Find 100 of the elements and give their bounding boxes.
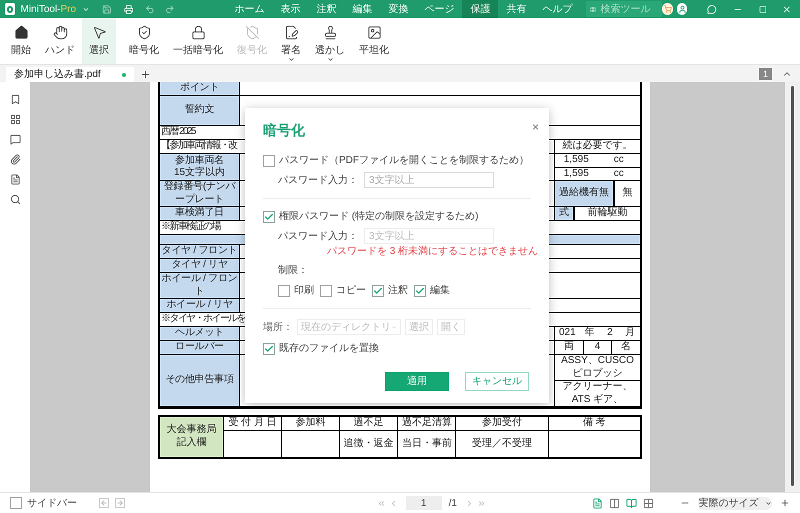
- document-tab[interactable]: 参加申し込み書.pdf: [6, 67, 134, 82]
- menu-tab[interactable]: ページ: [416, 0, 462, 18]
- sidebar-checkbox[interactable]: [10, 497, 22, 509]
- column-header: 過不足清算: [398, 417, 456, 430]
- undo-icon[interactable]: [145, 4, 155, 14]
- table-cell-text: 月: [624, 327, 636, 340]
- redo-icon[interactable]: [164, 4, 174, 14]
- save-icon[interactable]: [102, 4, 112, 14]
- label-text: タイヤ / リヤ: [171, 259, 228, 272]
- table-cell: 式: [555, 207, 574, 220]
- checkbox[interactable]: [263, 342, 275, 354]
- table-cell-text: 021: [558, 327, 577, 340]
- ribbon-button[interactable]: 選択: [82, 18, 116, 64]
- office-use-text: 記入欄: [176, 436, 206, 450]
- zoom-in-icon[interactable]: [780, 498, 790, 508]
- comment-icon[interactable]: [10, 134, 20, 145]
- table-cell-text: 年: [584, 327, 596, 340]
- maximize-icon[interactable]: [758, 4, 766, 14]
- document-icon[interactable]: [10, 174, 20, 185]
- menu-tab[interactable]: 共有: [498, 0, 534, 18]
- table-cell-text: 2: [606, 327, 614, 340]
- label-text: ヘルメット: [175, 327, 224, 340]
- table-cell: 名: [611, 341, 640, 354]
- table-cell-text: cc: [612, 154, 625, 166]
- checkbox[interactable]: [372, 284, 384, 296]
- forward-icon[interactable]: [115, 498, 125, 508]
- ribbon-button[interactable]: 署名: [274, 18, 308, 64]
- label-text: 参加車両名: [175, 154, 224, 166]
- ribbon-button[interactable]: 暗号化: [122, 18, 166, 64]
- label-text: タイヤ / フロント: [162, 245, 238, 258]
- checkbox[interactable]: [414, 284, 426, 296]
- back-icon[interactable]: [99, 498, 109, 508]
- table-cell-text: アクリーナー、ATS ギア、: [562, 381, 634, 406]
- table-cell-text: 当日・事前: [402, 436, 452, 451]
- chat-icon[interactable]: [707, 4, 717, 14]
- shield-icon: [244, 24, 260, 40]
- table-cell-text: 追徴・返金: [344, 436, 394, 451]
- app-logo-icon: [5, 3, 16, 15]
- cart-icon[interactable]: [662, 3, 673, 15]
- search-icon[interactable]: [10, 194, 20, 205]
- label-text: 車検満了日: [175, 207, 224, 220]
- menu-tab[interactable]: 編集: [344, 0, 380, 18]
- menu-tab[interactable]: ホーム: [226, 0, 272, 18]
- menu-tab[interactable]: 表示: [272, 0, 308, 18]
- menu-tab[interactable]: 保護: [462, 0, 498, 18]
- next-page-icon[interactable]: [465, 498, 474, 508]
- menu-tab[interactable]: 注釈: [308, 0, 344, 18]
- print-icon[interactable]: [124, 4, 134, 14]
- table-cell-text: cc: [612, 168, 625, 180]
- field-label: パスワード入力：: [278, 230, 358, 244]
- scrollbar-thumb[interactable]: [791, 86, 794, 486]
- table-cell: 前輪駆動: [574, 207, 640, 220]
- label-note: 15文字以内: [174, 167, 226, 180]
- table-cell-text: ASSY、CUSCOピロブッシ: [560, 355, 635, 380]
- first-page-icon[interactable]: [376, 498, 386, 508]
- ribbon-button[interactable]: 平坦化: [352, 18, 396, 64]
- page-number-field[interactable]: 1: [406, 496, 442, 510]
- lock-icon: [190, 24, 206, 40]
- label-text: 誓約文: [184, 104, 214, 117]
- shield-icon: [136, 24, 152, 40]
- view-mode-icon[interactable]: [643, 498, 654, 508]
- view-mode-icon[interactable]: [609, 498, 620, 508]
- ribbon-button[interactable]: ハンド: [38, 18, 82, 64]
- label-text: ポイント: [180, 82, 219, 95]
- checkbox-label: 編集: [430, 284, 450, 298]
- attachment-icon[interactable]: [10, 154, 20, 165]
- user-avatar[interactable]: [676, 3, 688, 15]
- bookmark-icon[interactable]: [10, 94, 20, 105]
- new-tab-icon[interactable]: [140, 69, 151, 80]
- checkbox[interactable]: [320, 284, 332, 296]
- menu-tab[interactable]: 変換: [380, 0, 416, 18]
- close-icon[interactable]: [782, 4, 792, 14]
- thumbnails-icon[interactable]: [10, 114, 20, 125]
- close-button[interactable]: ×: [532, 118, 539, 136]
- last-page-icon[interactable]: [477, 498, 486, 508]
- password-field[interactable]: 3文字以上: [364, 228, 494, 244]
- ribbon-button[interactable]: 開始: [4, 18, 38, 64]
- column-header: 参加料: [282, 417, 340, 430]
- view-mode-icon[interactable]: [592, 498, 603, 508]
- table-cell: 4: [582, 341, 612, 354]
- checkbox-label: 権限パスワード (特定の制限を設定するため): [279, 210, 478, 224]
- apply-button[interactable]: 適用: [385, 372, 449, 391]
- zoom-dropdown[interactable]: 実際のサイズ: [698, 496, 772, 510]
- ribbon-button[interactable]: 一括暗号化: [166, 18, 230, 64]
- menu-tab[interactable]: ヘルプ: [534, 0, 580, 18]
- column-header: 参加受付: [456, 417, 548, 430]
- page-total: /1: [448, 496, 457, 510]
- label-text: ロールバー: [175, 341, 224, 354]
- checkbox[interactable]: [263, 154, 275, 166]
- password-field[interactable]: 3文字以上: [364, 172, 494, 188]
- cancel-button[interactable]: キャンセル: [465, 372, 529, 391]
- sidebar-label: サイドバー: [27, 496, 77, 510]
- checkbox[interactable]: [263, 210, 275, 222]
- view-mode-icon[interactable]: [626, 498, 637, 508]
- checkbox[interactable]: [278, 284, 290, 296]
- ribbon-button[interactable]: 透かし: [308, 18, 352, 64]
- checkbox-label: 既存のファイルを置換: [279, 342, 379, 356]
- search-field[interactable]: 検索ツール: [586, 1, 662, 17]
- caret-icon: [764, 500, 772, 506]
- checkbox-label: コピー: [336, 284, 366, 298]
